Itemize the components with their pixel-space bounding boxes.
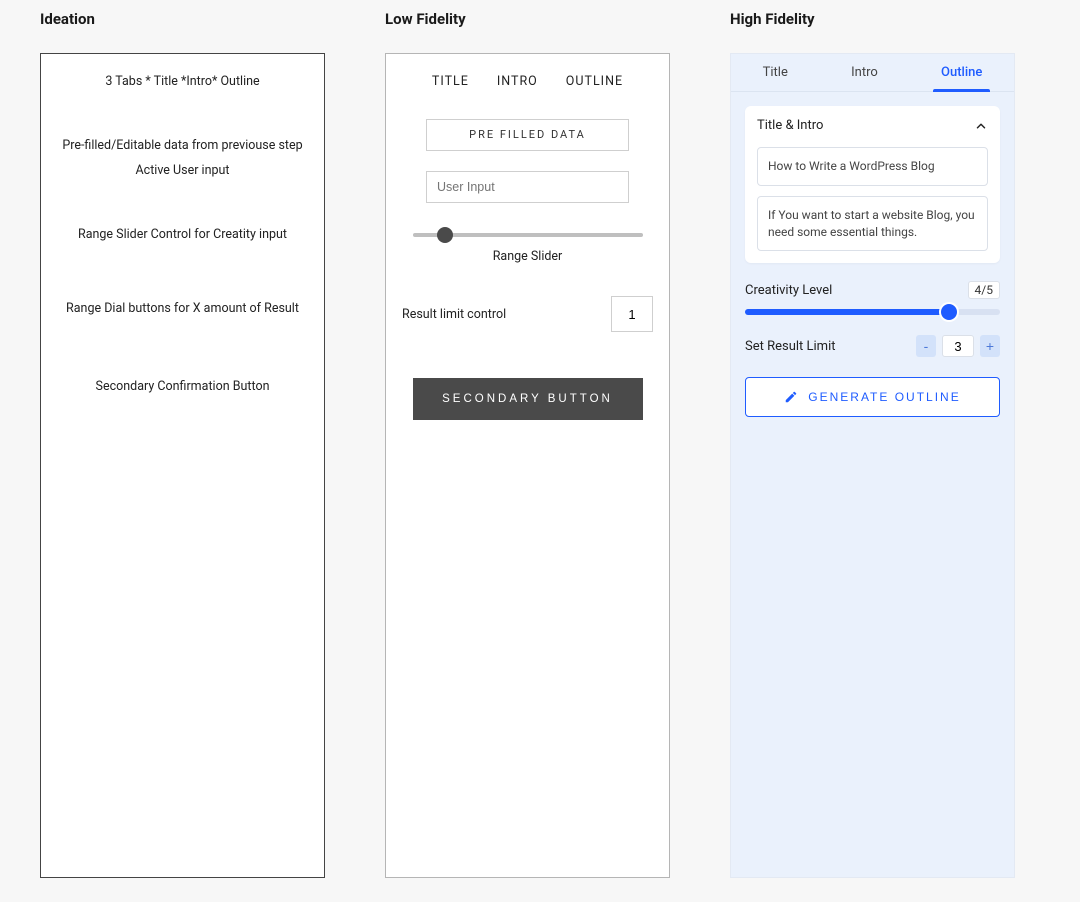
lofi-result-value[interactable] (611, 296, 653, 332)
result-limit-label: Set Result Limit (745, 339, 836, 354)
hifi-tabs: Title Intro Outline (731, 54, 1014, 92)
intro-field[interactable]: If You want to start a website Blog, you… (757, 196, 988, 252)
lofi-tab-intro[interactable]: INTRO (497, 74, 538, 89)
pencil-icon (784, 390, 798, 404)
creativity-value-badge: 4/5 (968, 281, 1000, 299)
stepper-decrement-button[interactable]: - (916, 335, 936, 357)
lofi-tab-outline[interactable]: OUTLINE (566, 74, 623, 89)
column-title-lofi: Low Fidelity (385, 10, 670, 28)
lofi-secondary-button[interactable]: SECONDARY BUTTON (413, 378, 643, 420)
card-title: Title & Intro (757, 118, 823, 133)
column-title-ideation: Ideation (40, 10, 325, 28)
generate-outline-label: GENERATE OUTLINE (808, 390, 960, 404)
lofi-prefilled-field[interactable]: PRE FILLED DATA (426, 119, 629, 151)
ideation-line-prefill: Pre-filled/Editable data from previouse … (51, 138, 314, 154)
ideation-line-tabs: 3 Tabs * Title *Intro* Outline (51, 74, 314, 90)
chevron-up-icon[interactable] (974, 119, 988, 133)
result-limit-stepper: - + (916, 335, 1000, 357)
creativity-slider-thumb[interactable] (941, 304, 957, 320)
lofi-result-label: Result limit control (402, 307, 506, 322)
ideation-line-active: Active User input (51, 163, 314, 179)
stepper-increment-button[interactable]: + (980, 335, 1000, 357)
title-field[interactable] (757, 147, 988, 186)
creativity-slider-fill (745, 309, 949, 315)
hifi-panel: Title Intro Outline Title & Intro If You… (730, 53, 1015, 878)
ideation-line-slider: Range Slider Control for Creatity input (51, 227, 314, 243)
creativity-slider[interactable] (745, 309, 1000, 315)
ideation-line-button: Secondary Confirmation Button (51, 379, 314, 395)
lofi-panel: TITLE INTRO OUTLINE PRE FILLED DATA Rang… (385, 53, 670, 878)
lofi-tabs: TITLE INTRO OUTLINE (402, 74, 653, 89)
ideation-panel: 3 Tabs * Title *Intro* Outline Pre-fille… (40, 53, 325, 878)
lofi-slider-label: Range Slider (402, 249, 653, 264)
hifi-tab-intro[interactable]: Intro (845, 54, 884, 91)
hifi-tab-outline[interactable]: Outline (935, 54, 988, 91)
result-limit-value[interactable] (942, 335, 974, 357)
hifi-tab-title[interactable]: Title (757, 54, 794, 91)
title-intro-card: Title & Intro If You want to start a web… (745, 106, 1000, 263)
generate-outline-button[interactable]: GENERATE OUTLINE (745, 377, 1000, 417)
lofi-user-input[interactable] (426, 171, 629, 203)
column-title-hifi: High Fidelity (730, 10, 1015, 28)
lofi-range-slider[interactable] (413, 233, 643, 237)
lofi-range-thumb[interactable] (437, 227, 453, 243)
creativity-label: Creativity Level (745, 283, 832, 298)
ideation-line-dial: Range Dial buttons for X amount of Resul… (51, 301, 314, 317)
lofi-tab-title[interactable]: TITLE (432, 74, 469, 89)
